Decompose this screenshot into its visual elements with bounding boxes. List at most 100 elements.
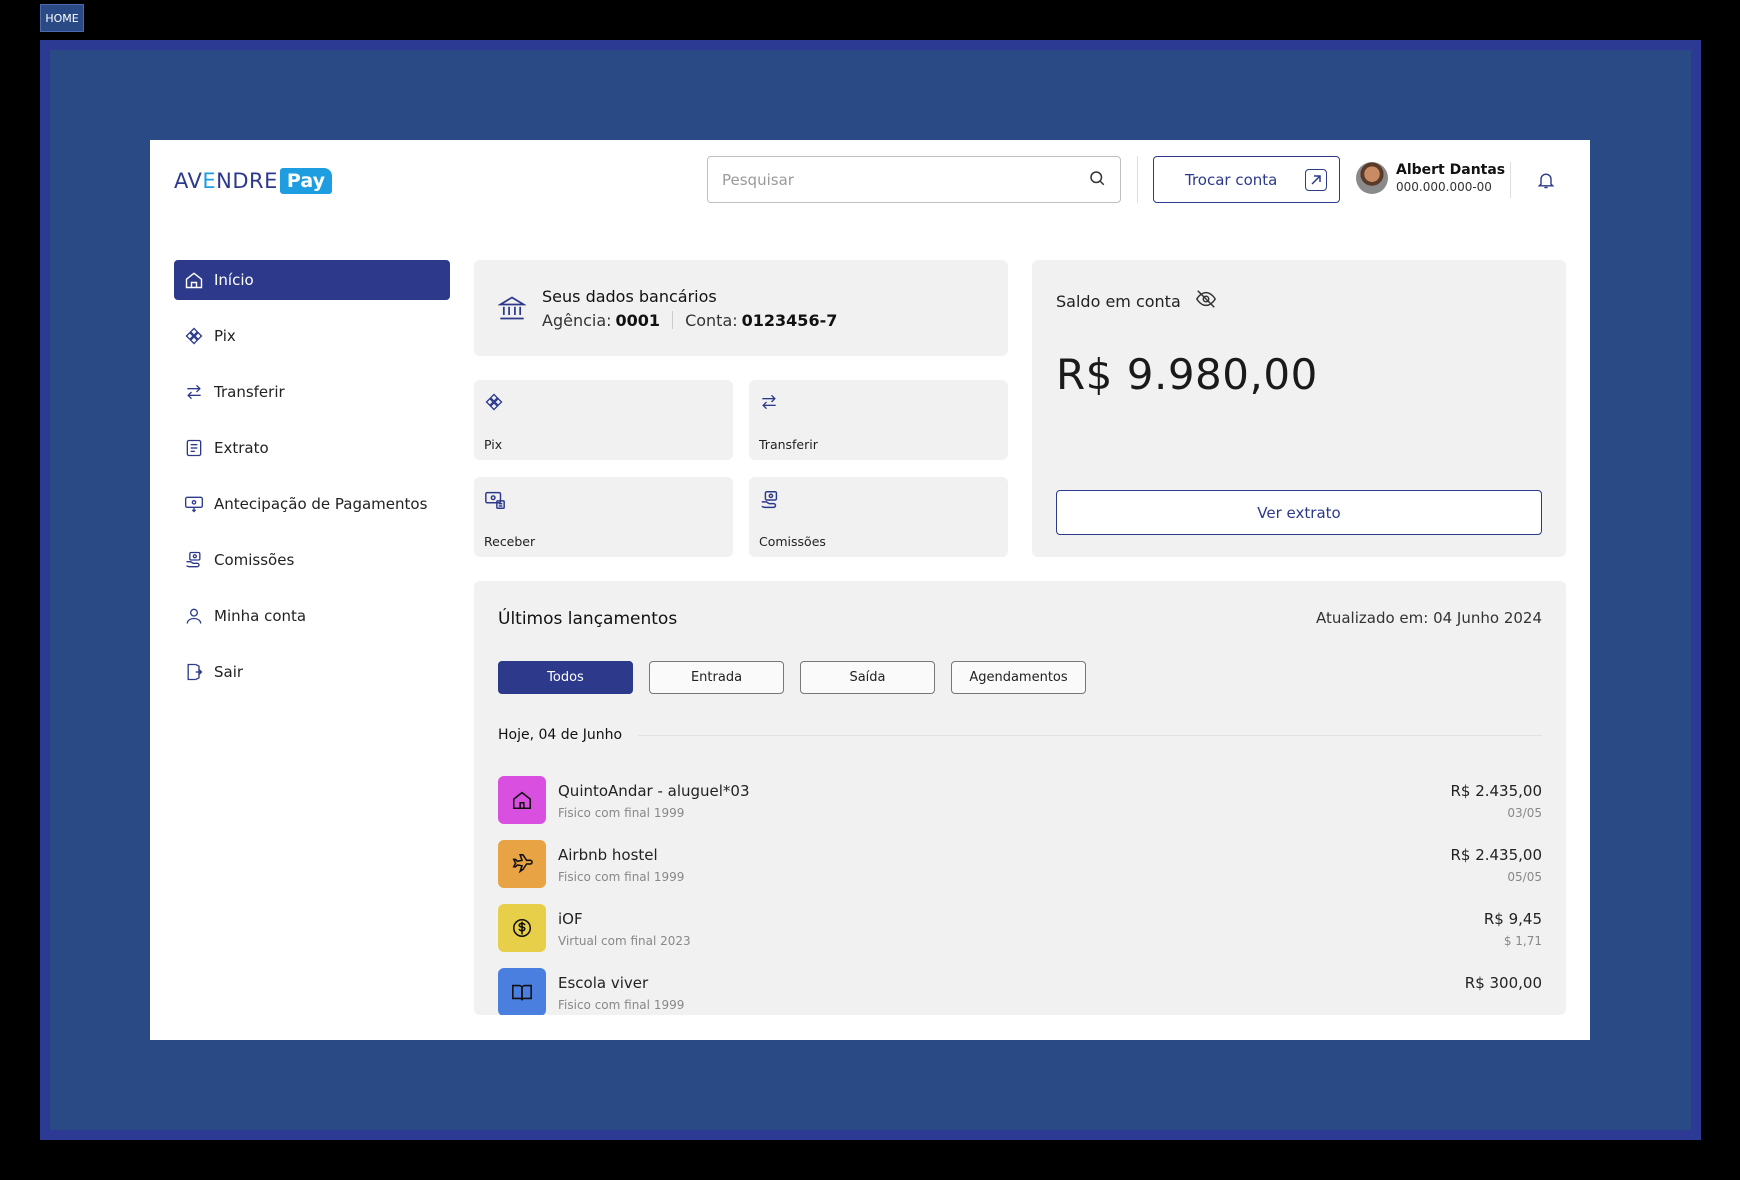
search-box[interactable] [707,156,1121,203]
switch-account-label: Trocar conta [1185,170,1278,189]
home-tag[interactable]: HOME [40,4,84,32]
sidebar-item-pix[interactable]: Pix [174,316,450,356]
entry-card: Fisico com final 1999 [558,806,685,820]
app-window: AVENDRE Pay Trocar conta Albert Dantas 0… [150,140,1590,1040]
user-document: 000.000.000-00 [1396,180,1492,194]
header-divider [1137,156,1138,203]
divider [638,734,1542,736]
entry-name: Escola viver [558,974,649,992]
filter-saida[interactable]: Saída [800,661,935,694]
avatar [1356,162,1388,194]
filter-todos[interactable]: Todos [498,661,633,694]
sidebar-item-label: Minha conta [214,607,307,625]
sidebar-item-label: Início [214,271,254,289]
sidebar-item-sair[interactable]: Sair [174,652,450,692]
balance-value: R$ 9.980,00 [1056,350,1318,399]
day-label: Hoje, 04 de Junho [498,727,623,743]
agency-label: Agência: [542,310,612,330]
transfer-icon [187,384,201,400]
balance-title: Saldo em conta [1056,291,1181,311]
bell-icon[interactable] [1536,169,1556,195]
user-name: Albert Dantas [1396,162,1506,178]
entry-card: Fisico com final 1999 [558,998,685,1012]
entry-amount: R$ 300,00 [1464,974,1542,992]
day-header: Hoje, 04 de Junho [498,727,1542,743]
entry-date: $ 1,71 [1503,934,1542,948]
sidebar-item-label: Transferir [214,383,285,401]
sidebar-item-extrato[interactable]: Extrato [174,428,450,468]
sidebar-item-label: Comissões [214,551,295,569]
quick-action-label: Pix [484,437,503,452]
sidebar-item-label: Pix [214,327,236,345]
filter-entrada[interactable]: Entrada [649,661,784,694]
commission-icon [186,551,201,568]
entry-amount: R$ 2.435,00 [1450,846,1542,864]
bank-icon [498,296,526,320]
home-icon [185,272,203,289]
quick-action-label: Receber [484,534,536,549]
entry-date: 03/05 [1507,806,1542,820]
switch-account-button[interactable]: Trocar conta [1153,156,1340,203]
book-icon [498,968,546,1015]
filter-group: Todos Entrada Saída Agendamentos [498,661,1086,694]
receive-icon [485,491,505,509]
header-divider-2 [1510,162,1511,198]
entry-date: 05/05 [1507,870,1542,884]
logo-pay-badge: Pay [279,168,332,194]
view-statement-button[interactable]: Ver extrato [1056,490,1542,535]
user-icon [186,608,202,624]
sidebar-item-transferir[interactable]: Transferir [174,372,450,412]
list-item[interactable]: Airbnb hostel Fisico com final 1999 R$ 2… [498,840,1542,890]
bank-info: Agência: 0001 Conta: 0123456-7 [542,311,837,330]
arrow-up-right-icon [1305,168,1327,191]
entry-amount: R$ 9,45 [1483,910,1542,928]
plane-icon [498,840,546,888]
entry-amount: R$ 2.435,00 [1450,782,1542,800]
transfer-icon [762,394,776,410]
list-item[interactable]: iOF Virtual com final 2023 R$ 9,45 $ 1,7… [498,904,1542,954]
quick-action-pix[interactable]: Pix [474,380,733,460]
quick-action-receber[interactable]: Receber [474,477,733,557]
entry-name: iOF [558,910,583,928]
commission-icon [761,491,778,509]
account-value: 0123456-7 [741,310,838,330]
sidebar-item-label: Sair [214,663,244,681]
sidebar-item-label: Extrato [214,439,269,457]
bank-data-card: Seus dados bancários Agência: 0001 Conta… [474,260,1008,356]
pix-icon [485,393,503,411]
entry-card: Fisico com final 1999 [558,870,685,884]
quick-action-transferir[interactable]: Transferir [749,380,1008,460]
logout-icon [187,663,203,681]
advance-icon [185,496,203,513]
logo-text: AVENDRE [174,169,278,193]
updated-at: Atualizado em: 04 Junho 2024 [1315,609,1542,627]
filter-agendamentos[interactable]: Agendamentos [951,661,1086,694]
latest-entries-panel: Últimos lançamentos Atualizado em: 04 Ju… [474,581,1566,1015]
search-icon[interactable] [1088,169,1106,191]
quick-action-label: Comissões [759,534,826,549]
sidebar-item-antecipacao[interactable]: Antecipação de Pagamentos [174,484,450,524]
eye-off-icon[interactable] [1195,288,1217,314]
house-icon [498,776,546,824]
logo[interactable]: AVENDRE Pay [174,164,332,198]
dollar-icon [498,904,546,952]
balance-card: Saldo em conta R$ 9.980,00 Ver extrato [1032,260,1566,557]
list-item[interactable]: Escola viver Fisico com final 1999 R$ 30… [498,968,1542,1015]
entry-card: Virtual com final 2023 [558,934,691,948]
latest-entries-title: Últimos lançamentos [498,609,678,629]
quick-action-comissoes[interactable]: Comissões [749,477,1008,557]
bank-data-title: Seus dados bancários [542,286,717,306]
list-item[interactable]: QuintoAndar - aluguel*03 Fisico com fina… [498,776,1542,826]
sidebar: Início Pix Transferir Extrato Antecipaçã… [174,260,450,708]
agency-value: 0001 [615,310,661,330]
sidebar-item-minha-conta[interactable]: Minha conta [174,596,450,636]
sidebar-item-label: Antecipação de Pagamentos [214,495,428,513]
entry-name: Airbnb hostel [558,846,658,864]
search-input[interactable] [722,170,1088,189]
sidebar-item-comissoes[interactable]: Comissões [174,540,450,580]
bank-info-divider [672,311,674,329]
pix-icon [185,327,203,345]
account-label: Conta: [685,310,738,330]
user-profile[interactable]: Albert Dantas 000.000.000-00 [1356,162,1505,194]
sidebar-item-inicio[interactable]: Início [174,260,450,300]
